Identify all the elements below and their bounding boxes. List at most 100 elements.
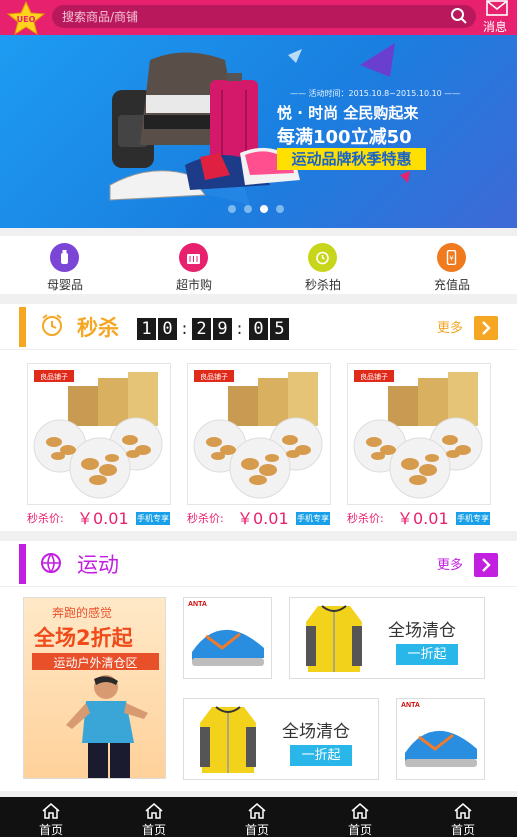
svg-text:良品铺子: 良品铺子	[200, 372, 228, 381]
product-image: 良品铺子	[187, 363, 331, 505]
timer-colon: :	[181, 319, 188, 339]
baby-bottle-icon	[50, 243, 79, 272]
basketball-icon	[41, 553, 61, 573]
category-supermarket[interactable]: 超市购	[154, 243, 234, 293]
price-value: ￥0.01	[397, 509, 449, 528]
nav-label: 首页	[450, 823, 475, 837]
nav-label: 首页	[141, 823, 166, 837]
nav-item-home[interactable]: 首页	[21, 797, 81, 837]
brand-label: ANTA	[188, 601, 207, 608]
top-header: UEO 搜索商品/商铺 消息	[0, 0, 517, 36]
message-button[interactable]: 消息	[478, 0, 517, 35]
more-link[interactable]: 更多	[437, 554, 463, 573]
product-card[interactable]: 良品铺子 秒杀价: ￥0.01 手机专享	[187, 363, 331, 531]
nav-item-home[interactable]: 首页	[227, 797, 287, 837]
shoe-tile[interactable]: ANTA	[396, 698, 485, 780]
logo-text: UEO	[17, 15, 36, 24]
banner-highlight: 运动品牌秋季特惠	[277, 148, 426, 170]
promo-banner[interactable]: —— 活动时间：2015.10.8~2015.10.10 —— 悦 · 时尚 全…	[0, 35, 517, 228]
bottom-nav: 首页 首页 首页 首页 首页	[0, 797, 517, 837]
product-image: 良品铺子	[347, 363, 491, 505]
price-label: 秒杀价:	[27, 512, 64, 525]
home-icon	[42, 803, 60, 819]
home-icon	[351, 803, 369, 819]
section-accent-bar	[19, 307, 26, 347]
sneaker-image	[192, 629, 264, 666]
svg-text:良品铺子: 良品铺子	[360, 372, 388, 381]
search-icon[interactable]	[450, 7, 468, 25]
runner-illustration	[66, 675, 148, 778]
nav-item-home[interactable]: 首页	[124, 797, 184, 837]
category-label: 超市购	[175, 278, 212, 292]
carousel-dot[interactable]	[228, 205, 236, 213]
discount-button[interactable]: 一折起	[290, 745, 352, 766]
home-icon	[248, 803, 266, 819]
timer-colon: :	[236, 319, 243, 339]
section-title: 运动	[77, 553, 119, 577]
price-value: ￥0.01	[237, 509, 289, 528]
timer-digit: 1	[137, 318, 156, 340]
carousel-dot[interactable]	[244, 205, 252, 213]
banner-date: —— 活动时间：2015.10.8~2015.10.10 ——	[290, 89, 461, 98]
product-card[interactable]: 良品铺子 秒杀价: ￥0.01 手机专享	[27, 363, 171, 531]
nav-item-home[interactable]: 首页	[433, 797, 493, 837]
jacket-image	[200, 706, 256, 773]
carousel-dots	[228, 205, 288, 215]
nav-label: 首页	[244, 823, 269, 837]
banner-offer: 每满100立减50	[277, 127, 412, 148]
svg-text:良品铺子: 良品铺子	[40, 372, 68, 381]
shopping-basket-icon	[179, 243, 208, 272]
timer-digit: 5	[270, 318, 289, 340]
home-icon	[454, 803, 472, 819]
promo-headline: 全场2折起	[34, 626, 133, 650]
flash-product-list: 良品铺子 秒杀价: ￥0.01 手机专享 良品铺子 秒杀价: ￥0.01 手机专…	[0, 350, 517, 531]
svg-text:¥: ¥	[449, 255, 454, 263]
nav-label: 首页	[347, 823, 372, 837]
more-button[interactable]	[474, 553, 498, 577]
envelope-icon	[486, 0, 508, 16]
price-label: 秒杀价:	[187, 512, 224, 525]
price-value: ￥0.01	[77, 509, 129, 528]
category-flash[interactable]: 秒杀拍	[283, 243, 363, 293]
discount-button[interactable]: 一折起	[396, 644, 458, 665]
sports-promo-tile[interactable]: 奔跑的感觉 全场2折起 运动户外清仓区	[23, 597, 166, 779]
flash-sale-section: 秒杀 1 0 : 2 9 : 0 5 更多 良品铺子 秒杀价: ￥0.01 手机…	[0, 304, 517, 531]
flash-sale-header: 秒杀 1 0 : 2 9 : 0 5 更多	[0, 304, 517, 350]
category-recharge[interactable]: ¥ 充值品	[412, 243, 492, 293]
category-nav: 母婴品 超市购 秒杀拍 ¥ 充值品	[0, 236, 517, 294]
nav-item-home[interactable]: 首页	[330, 797, 390, 837]
timer-digit: 2	[192, 318, 211, 340]
sports-header: 运动 更多	[0, 541, 517, 587]
timer-digit: 0	[158, 318, 177, 340]
jacket-promo-tile[interactable]: 全场清仓 一折起	[289, 597, 485, 679]
clearance-headline: 全场清仓	[282, 722, 350, 742]
search-input[interactable]: 搜索商品/商铺	[52, 5, 476, 28]
product-image: 良品铺子	[27, 363, 171, 505]
mobile-only-tag: 手机专享	[296, 512, 330, 525]
brand-label: ANTA	[401, 702, 420, 709]
home-icon	[145, 803, 163, 819]
carousel-dot[interactable]	[276, 205, 284, 213]
sports-section: 运动 更多 奔跑的感觉 全场2折起 运动户外清仓区 ANTA 全场清仓 一折起 …	[0, 541, 517, 791]
shoe-tile[interactable]: ANTA	[183, 597, 272, 679]
jacket-promo-tile[interactable]: 全场清仓 一折起	[183, 698, 379, 780]
promo-subtitle: 奔跑的感觉	[52, 606, 113, 620]
promo-ribbon-text: 运动户外清仓区	[53, 656, 138, 670]
search-placeholder: 搜索商品/商铺	[62, 10, 139, 24]
category-label: 秒杀拍	[304, 278, 341, 292]
carousel-dot-active[interactable]	[260, 205, 268, 213]
clearance-headline: 全场清仓	[388, 621, 456, 641]
logo[interactable]: UEO	[6, 0, 46, 36]
alarm-clock-icon	[308, 243, 337, 272]
chevron-right-icon	[482, 321, 491, 335]
banner-illustration	[109, 43, 410, 205]
more-button[interactable]	[474, 316, 498, 340]
nav-label: 首页	[38, 823, 63, 837]
product-card[interactable]: 良品铺子 秒杀价: ￥0.01 手机专享	[347, 363, 491, 531]
chevron-right-icon	[482, 558, 491, 572]
category-label: 母婴品	[46, 278, 83, 292]
alarm-clock-icon	[42, 314, 62, 336]
section-accent-bar	[19, 544, 26, 584]
category-baby[interactable]: 母婴品	[25, 243, 105, 293]
more-link[interactable]: 更多	[437, 317, 463, 336]
